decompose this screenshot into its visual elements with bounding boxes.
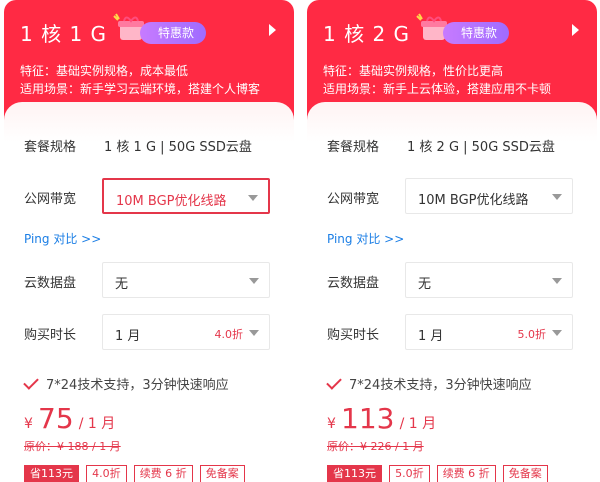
tag-no-filing: 免备案 — [502, 465, 548, 482]
support-text: 7*24技术支持，3分钟快速响应 — [349, 378, 532, 393]
disk-value: 无 — [418, 277, 432, 292]
duration-discount: 5.0折 — [517, 328, 547, 341]
bandwidth-value: 10M BGP优化线路 — [418, 193, 529, 208]
duration-label: 购买时长 — [327, 328, 380, 343]
chevron-down-icon — [552, 278, 562, 284]
price-value: 113 — [341, 402, 395, 435]
chevron-down-icon — [249, 278, 259, 284]
bandwidth-label: 公网带宽 — [24, 192, 77, 207]
tag-renewal: 续费 6 折 — [133, 465, 193, 482]
card-header: 1 核 2 G 特惠款 — [323, 13, 583, 50]
feature-line: 特征：基础实例规格，性价比更高 — [323, 64, 504, 78]
price: ¥ 113 / 1 月 — [327, 402, 436, 435]
ping-compare-link[interactable]: Ping 对比 >> — [327, 230, 404, 247]
spec-label: 套餐规格 — [24, 140, 77, 155]
price: ¥ 75 / 1 月 — [24, 402, 115, 435]
support-text: 7*24技术支持，3分钟快速响应 — [46, 378, 229, 393]
scene-line: 适用场景：新手学习云端环境，搭建个人博客 — [20, 82, 261, 96]
bandwidth-label: 公网带宽 — [327, 192, 380, 207]
promo-badge: 特惠款 — [140, 22, 207, 44]
bandwidth-value: 10M BGP优化线路 — [116, 194, 227, 209]
duration-label: 购买时长 — [24, 328, 77, 343]
bandwidth-select[interactable]: 10M BGP优化线路 — [405, 178, 573, 214]
price-unit: / 1 月 — [399, 416, 437, 432]
duration-value: 1 月 — [418, 329, 444, 344]
duration-select[interactable]: 1 月 5.0折 — [405, 314, 573, 350]
price-value: 75 — [38, 402, 74, 435]
original-price: 原价：¥ 188 / 1 月 — [24, 440, 121, 453]
check-icon — [326, 374, 342, 390]
tag-discount: 5.0折 — [389, 465, 430, 482]
duration-value: 1 月 — [115, 329, 141, 344]
plan-card-1c1g: 1 核 1 G 特惠款 特征：基础实例规格，成本最低 适用场景：新手学习云端环境… — [4, 0, 294, 482]
plan-card-1c2g: 1 核 2 G 特惠款 特征：基础实例规格，性价比更高 适用场景：新手上云体验，… — [307, 0, 597, 482]
tag-discount: 4.0折 — [86, 465, 127, 482]
spec-label: 套餐规格 — [327, 140, 380, 155]
disk-label: 云数据盘 — [327, 276, 380, 291]
disk-select[interactable]: 无 — [405, 262, 573, 298]
chevron-down-icon — [249, 330, 259, 336]
duration-select[interactable]: 1 月 4.0折 — [102, 314, 270, 350]
card-body: 套餐规格 1 核 1 G | 50G SSD云盘 公网带宽 10M BGP优化线… — [4, 102, 294, 482]
disk-value: 无 — [115, 277, 129, 292]
support-note: 7*24技术支持，3分钟快速响应 — [326, 374, 532, 393]
tag-savings: 省113元 — [24, 465, 79, 482]
price-unit: / 1 月 — [78, 416, 116, 432]
tag-list: 省113元 4.0折 续费 6 折 免备案 — [24, 462, 247, 482]
scene-line: 适用场景：新手上云体验，搭建应用不卡顿 — [323, 82, 552, 96]
support-note: 7*24技术支持，3分钟快速响应 — [23, 374, 229, 393]
ping-compare-link[interactable]: Ping 对比 >> — [24, 230, 101, 247]
disk-label: 云数据盘 — [24, 276, 77, 291]
promo-badge: 特惠款 — [443, 22, 510, 44]
price-currency: ¥ — [24, 416, 33, 432]
chevron-down-icon — [552, 194, 562, 200]
tag-savings: 省113元 — [327, 465, 382, 482]
play-arrow-icon[interactable] — [572, 24, 579, 36]
plan-name: 1 核 2 G — [323, 22, 411, 46]
feature-line: 特征：基础实例规格，成本最低 — [20, 64, 189, 78]
check-icon — [23, 374, 39, 390]
disk-select[interactable]: 无 — [102, 262, 270, 298]
card-header: 1 核 1 G 特惠款 — [20, 13, 280, 50]
play-arrow-icon[interactable] — [269, 24, 276, 36]
chevron-down-icon — [248, 195, 258, 201]
price-currency: ¥ — [327, 416, 336, 432]
chevron-down-icon — [552, 330, 562, 336]
tag-no-filing: 免备案 — [199, 465, 245, 482]
spec-value: 1 核 1 G | 50G SSD云盘 — [104, 140, 252, 155]
tag-list: 省113元 5.0折 续费 6 折 免备案 — [327, 462, 550, 482]
tag-renewal: 续费 6 折 — [436, 465, 496, 482]
duration-discount: 4.0折 — [214, 328, 244, 341]
plan-name: 1 核 1 G — [20, 22, 108, 46]
original-price: 原价：¥ 226 / 1 月 — [327, 440, 424, 453]
card-body: 套餐规格 1 核 2 G | 50G SSD云盘 公网带宽 10M BGP优化线… — [307, 102, 597, 482]
spec-value: 1 核 2 G | 50G SSD云盘 — [407, 140, 555, 155]
bandwidth-select[interactable]: 10M BGP优化线路 — [102, 178, 270, 214]
